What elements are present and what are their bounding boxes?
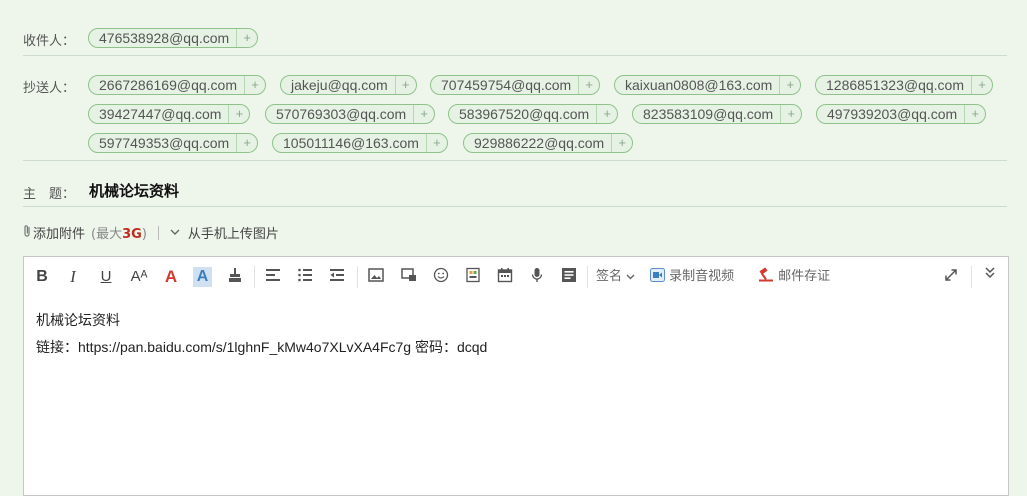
cc-address: 497939203@qq.com bbox=[827, 106, 958, 122]
mail-archive-button[interactable]: 邮件存证 bbox=[758, 267, 830, 287]
cc-chip[interactable]: 823583109@qq.com + bbox=[632, 104, 803, 124]
cc-address: 929886222@qq.com bbox=[474, 135, 605, 151]
editor: B I U Aᴬ A A 签名 录制音视频 邮件存证 机械论坛资料 链接：htt… bbox=[23, 256, 1009, 496]
plus-icon[interactable]: + bbox=[596, 105, 617, 123]
plus-icon[interactable]: + bbox=[425, 134, 447, 152]
calendar-icon[interactable] bbox=[496, 267, 514, 287]
plus-icon[interactable]: + bbox=[236, 134, 257, 152]
cc-address: jakeju@qq.com bbox=[291, 77, 388, 93]
cc-address: 583967520@qq.com bbox=[459, 106, 590, 122]
body-line: 链接：https://pan.baidu.com/s/1lghnF_kMw4o7… bbox=[36, 339, 488, 355]
cc-chip[interactable]: 39427447@qq.com + bbox=[88, 104, 251, 124]
bold-button[interactable]: B bbox=[34, 267, 50, 287]
cc-chip[interactable]: 707459754@qq.com + bbox=[430, 75, 601, 95]
chevron-down-icon[interactable] bbox=[170, 225, 180, 240]
body-line: 机械论坛资料 bbox=[36, 312, 120, 328]
record-av-button[interactable]: 录制音视频 bbox=[650, 267, 734, 287]
attachment-bar: 添加附件 (最大3G) 从手机上传图片 bbox=[23, 223, 279, 242]
gavel-icon bbox=[758, 267, 774, 284]
editor-toolbar: B I U Aᴬ A A 签名 录制音视频 邮件存证 bbox=[24, 257, 1008, 297]
toolbar-separator bbox=[254, 266, 255, 288]
cc-chip[interactable]: kaixuan0808@163.com + bbox=[614, 75, 802, 95]
expand-icon[interactable] bbox=[942, 267, 960, 287]
cc-chip[interactable]: 497939203@qq.com + bbox=[816, 104, 987, 124]
cc-address: 597749353@qq.com bbox=[99, 135, 230, 151]
bullet-list-icon[interactable] bbox=[296, 267, 314, 287]
cc-address: 570769303@qq.com bbox=[276, 106, 407, 122]
plus-icon[interactable]: + bbox=[394, 76, 416, 94]
cc-chip[interactable]: 583967520@qq.com + bbox=[448, 104, 619, 124]
cc-chip[interactable]: 597749353@qq.com + bbox=[88, 133, 259, 153]
size-limit: (最大3G) bbox=[91, 227, 147, 242]
font-size-button[interactable]: Aᴬ bbox=[128, 267, 150, 287]
upload-from-phone-link[interactable]: 从手机上传图片 bbox=[188, 223, 279, 242]
emoji-icon[interactable] bbox=[432, 267, 450, 287]
signature-label: 签名 bbox=[596, 269, 623, 284]
plus-icon[interactable]: + bbox=[236, 29, 257, 47]
plus-icon[interactable]: + bbox=[970, 76, 992, 94]
toolbar-separator bbox=[357, 266, 358, 288]
cc-address: 1286851323@qq.com bbox=[826, 77, 964, 93]
divider bbox=[23, 55, 1007, 56]
font-color-button[interactable]: A bbox=[163, 267, 179, 287]
toolbar-separator bbox=[587, 266, 588, 288]
format-painter-icon[interactable] bbox=[226, 267, 244, 287]
plus-icon[interactable]: + bbox=[779, 76, 800, 94]
cc-address: 39427447@qq.com bbox=[99, 106, 222, 122]
cc-chip[interactable]: 1286851323@qq.com + bbox=[815, 75, 993, 95]
toolbar-separator bbox=[971, 266, 972, 288]
plus-icon[interactable]: + bbox=[228, 105, 249, 123]
mail-archive-label: 邮件存证 bbox=[778, 269, 831, 284]
cc-chip[interactable]: 570769303@qq.com + bbox=[265, 104, 436, 124]
align-left-icon[interactable] bbox=[264, 267, 282, 287]
plus-icon[interactable]: + bbox=[964, 105, 985, 123]
plus-icon[interactable]: + bbox=[243, 76, 265, 94]
cc-chip[interactable]: jakeju@qq.com + bbox=[280, 75, 417, 95]
plus-icon[interactable]: + bbox=[413, 105, 434, 123]
microphone-icon[interactable] bbox=[528, 267, 546, 287]
record-av-label: 录制音视频 bbox=[669, 269, 735, 284]
divider bbox=[23, 206, 1007, 207]
separator bbox=[157, 225, 159, 240]
template-icon[interactable] bbox=[464, 267, 482, 287]
add-attachment-link[interactable]: 添加附件 bbox=[33, 223, 85, 242]
outdent-icon[interactable] bbox=[328, 267, 346, 287]
chevron-down-icon bbox=[626, 269, 635, 284]
screenshot-icon[interactable] bbox=[400, 267, 418, 287]
subject-input[interactable]: 机械论坛资料 bbox=[89, 180, 179, 201]
collapse-toolbar-icon[interactable] bbox=[982, 265, 998, 285]
cc-address: kaixuan0808@163.com bbox=[625, 77, 773, 93]
cc-address: 823583109@qq.com bbox=[643, 106, 774, 122]
bg-color-button[interactable]: A bbox=[193, 267, 212, 287]
cc-address: 2667286169@qq.com bbox=[99, 77, 237, 93]
plus-icon[interactable]: + bbox=[578, 76, 599, 94]
paperclip-icon bbox=[23, 224, 31, 242]
video-camera-icon bbox=[650, 268, 665, 284]
image-icon[interactable] bbox=[367, 267, 385, 287]
plus-icon[interactable]: + bbox=[780, 105, 801, 123]
cc-address: 707459754@qq.com bbox=[441, 77, 572, 93]
message-body[interactable]: 机械论坛资料 链接：https://pan.baidu.com/s/1lghnF… bbox=[36, 307, 487, 361]
underline-button[interactable]: U bbox=[98, 267, 114, 287]
recipient-chip[interactable]: 476538928@qq.com + bbox=[88, 28, 259, 48]
subject-label: 主 题： bbox=[23, 187, 76, 202]
cc-label: 抄送人： bbox=[23, 81, 76, 96]
cc-chip[interactable]: 929886222@qq.com + bbox=[463, 133, 634, 153]
italic-button[interactable]: I bbox=[65, 267, 81, 287]
recipient-address: 476538928@qq.com bbox=[99, 30, 230, 46]
cc-chip[interactable]: 105011146@163.com + bbox=[272, 133, 448, 153]
recipient-label: 收件人： bbox=[23, 34, 76, 49]
signature-dropdown[interactable]: 签名 bbox=[596, 267, 635, 287]
stationery-icon[interactable] bbox=[560, 267, 578, 287]
cc-address: 105011146@163.com bbox=[283, 135, 419, 151]
plus-icon[interactable]: + bbox=[611, 134, 632, 152]
cc-chip[interactable]: 2667286169@qq.com + bbox=[88, 75, 266, 95]
divider bbox=[23, 160, 1007, 161]
